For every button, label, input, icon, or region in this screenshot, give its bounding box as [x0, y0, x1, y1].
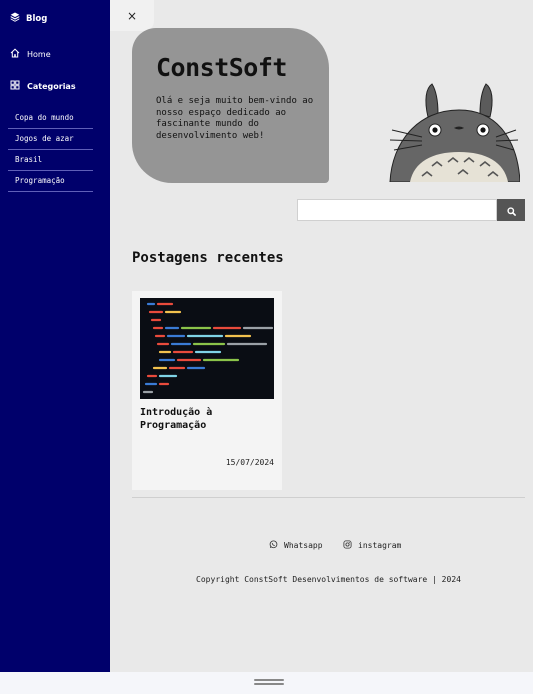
close-icon: ×	[126, 8, 138, 23]
resize-handle[interactable]	[254, 679, 284, 686]
category-list: Copa do mundo Jogos de azar Brasil Progr…	[8, 108, 93, 192]
grid-icon	[10, 80, 20, 92]
sidebar: Blog Home Categorias Copa do mundo Jogos…	[0, 0, 110, 672]
whatsapp-label: Whatsapp	[284, 541, 323, 550]
sidebar-item-home[interactable]: Home	[10, 48, 51, 60]
post-title: Introdução à Programação	[140, 407, 213, 431]
hero-banner: ConstSoft Olá e seja muito bem-vindo ao …	[132, 28, 329, 183]
sidebar-item-label: Categorias	[27, 81, 76, 91]
close-sidebar-button[interactable]: ×	[110, 0, 154, 31]
whatsapp-icon	[269, 540, 278, 551]
brand-label: Blog	[26, 13, 48, 24]
post-date: 15/07/2024	[225, 458, 274, 467]
post-thumbnail	[140, 298, 274, 399]
sidebar-item-categories[interactable]: Categorias	[10, 80, 76, 92]
instagram-label: instagram	[358, 541, 402, 550]
hero-description: Olá e seja muito bem-vindo ao nosso espa…	[156, 96, 314, 141]
search-input[interactable]	[297, 199, 497, 221]
footer-divider	[132, 497, 525, 498]
category-link-jogos-de-azar[interactable]: Jogos de azar	[8, 129, 93, 150]
section-title-recent-posts: Postagens recentes	[132, 250, 284, 266]
category-link-programacao[interactable]: Programação	[8, 171, 93, 192]
cube-icon	[10, 12, 20, 25]
copyright-text: Copyright ConstSoft Desenvolvimentos de …	[196, 575, 461, 584]
house-icon	[10, 48, 20, 60]
whatsapp-link[interactable]: Whatsapp	[269, 540, 323, 551]
category-link-brasil[interactable]: Brasil	[8, 150, 93, 171]
search-button[interactable]	[497, 199, 525, 221]
instagram-icon	[343, 540, 352, 551]
bottom-bar	[0, 672, 533, 694]
magnifier-icon	[506, 201, 516, 220]
sidebar-item-label: Home	[27, 49, 51, 59]
sidebar-brand[interactable]: Blog	[10, 12, 47, 25]
category-link-copa-do-mundo[interactable]: Copa do mundo	[8, 108, 93, 129]
instagram-link[interactable]: instagram	[343, 540, 401, 551]
page-title: ConstSoft	[156, 53, 287, 82]
post-card[interactable]: Introdução à Programação 15/07/2024	[132, 291, 282, 490]
mascot-illustration	[388, 82, 521, 183]
